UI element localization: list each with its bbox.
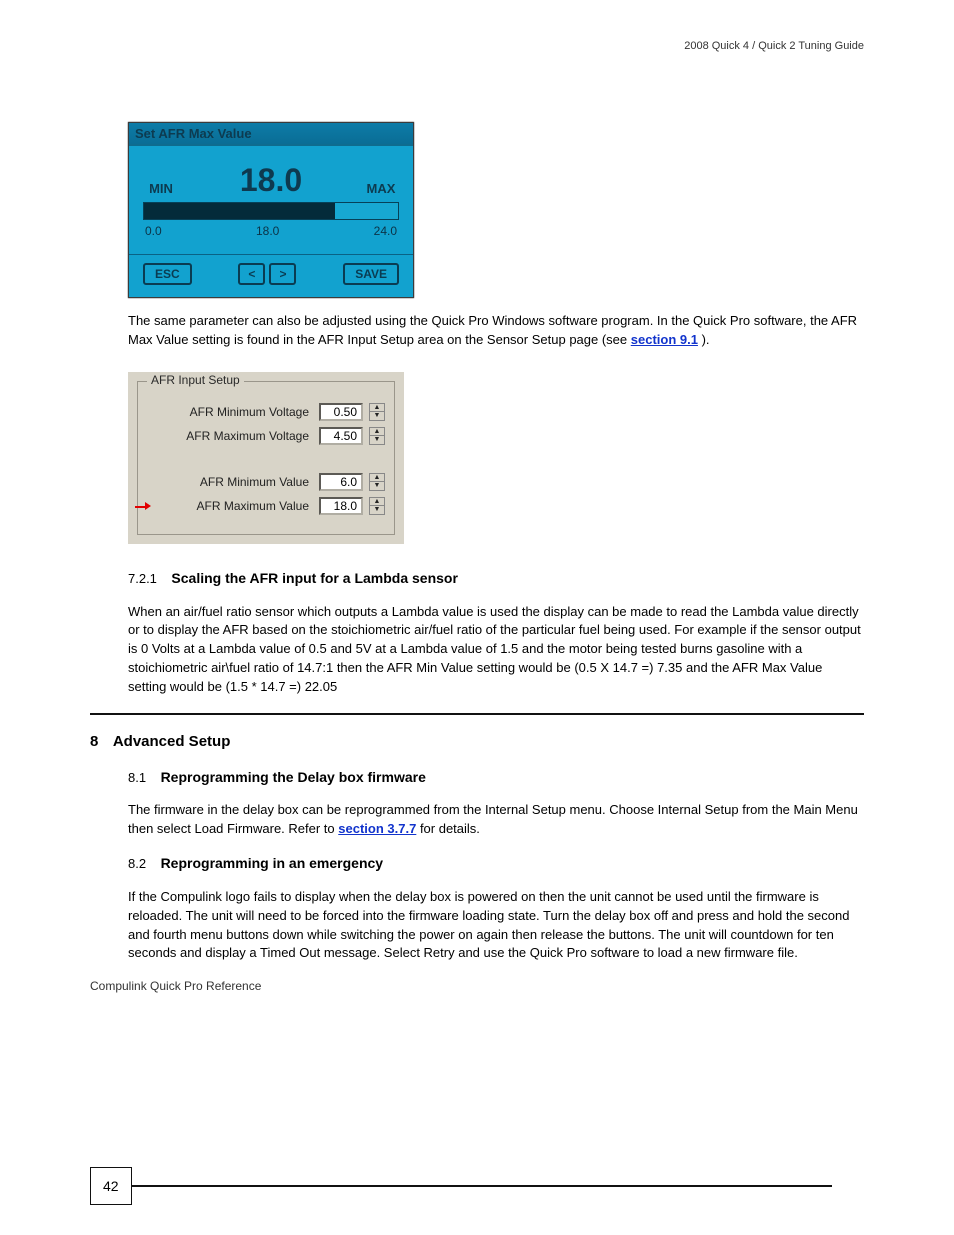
stepper-down-icon[interactable]: ▼ — [369, 411, 385, 421]
section-82-num: 8.2 — [128, 856, 146, 871]
section-81-prefix: The firmware in the delay box can be rep… — [128, 802, 858, 836]
footer-rule — [132, 1185, 832, 1187]
slider-scale: 0.0 18.0 24.0 — [143, 224, 399, 248]
slider-min-label: MIN — [143, 181, 179, 196]
afr-input-setup-panel: AFR Input Setup AFR Minimum Voltage ▲ ▼ … — [128, 372, 404, 544]
section-721-num: 7.2.1 — [128, 571, 157, 586]
afr-min-voltage-input[interactable] — [319, 403, 363, 421]
save-button[interactable]: SAVE — [343, 263, 399, 285]
sensor-panel: Set AFR Max Value MIN 18.0 MAX 0.0 18.0 … — [128, 122, 414, 298]
section-81-body: The firmware in the delay box can be rep… — [128, 801, 864, 839]
stepper-down-icon[interactable]: ▼ — [369, 505, 385, 515]
slider-value: 18.0 — [185, 164, 357, 196]
afr-max-value-stepper[interactable]: ▲ ▼ — [369, 497, 385, 515]
stepper-up-icon[interactable]: ▲ — [369, 403, 385, 412]
section-8-title: Advanced Setup — [113, 733, 231, 750]
section-721-heading: 7.2.1 Scaling the AFR input for a Lambda… — [128, 568, 864, 589]
para1-suffix: ). — [702, 332, 710, 347]
para-software-note: The same parameter can also be adjusted … — [128, 312, 864, 350]
afr-label: AFR Maximum Voltage — [143, 429, 313, 443]
page-header: 2008 Quick 4 / Quick 2 Tuning Guide — [90, 40, 864, 52]
section-81-num: 8.1 — [128, 770, 146, 785]
afr-row-max-value-highlighted: AFR Maximum Value ▲ ▼ — [143, 497, 385, 515]
hr-divider — [90, 713, 864, 715]
footer-brand-label: Compulink Quick Pro Reference — [90, 979, 261, 993]
section-8-heading: 8 Advanced Setup — [90, 731, 864, 753]
section-721-title: Scaling the AFR input for a Lambda senso… — [171, 570, 458, 586]
afr-row-max-voltage: AFR Maximum Voltage ▲ ▼ — [143, 427, 385, 445]
section-81-heading: 8.1 Reprogramming the Delay box firmware — [128, 767, 864, 788]
footer-brand: Compulink Quick Pro Reference — [90, 977, 864, 996]
slider-fill — [144, 203, 335, 219]
afr-row-min-voltage: AFR Minimum Voltage ▲ ▼ — [143, 403, 385, 421]
afr-label: AFR Minimum Value — [143, 475, 313, 489]
section-82-heading: 8.2 Reprogramming in an emergency — [128, 853, 864, 874]
stepper-down-icon[interactable]: ▼ — [369, 435, 385, 445]
afr-row-min-value: AFR Minimum Value ▲ ▼ — [143, 473, 385, 491]
header-right: 2008 Quick 4 / Quick 2 Tuning Guide — [684, 40, 864, 52]
link-section-9-1[interactable]: section 9.1 — [631, 332, 698, 347]
afr-min-value-stepper[interactable]: ▲ ▼ — [369, 473, 385, 491]
afr-max-voltage-input[interactable] — [319, 427, 363, 445]
slider-scale-min: 0.0 — [145, 224, 162, 238]
stepper-up-icon[interactable]: ▲ — [369, 497, 385, 506]
afr-min-voltage-stepper[interactable]: ▲ ▼ — [369, 403, 385, 421]
para1-prefix: The same parameter can also be adjusted … — [128, 313, 857, 347]
increment-button[interactable]: > — [269, 263, 296, 285]
slider-track[interactable] — [143, 202, 399, 220]
afr-max-voltage-stepper[interactable]: ▲ ▼ — [369, 427, 385, 445]
stepper-up-icon[interactable]: ▲ — [369, 427, 385, 436]
sensor-panel-title: Set AFR Max Value — [129, 123, 413, 146]
esc-button[interactable]: ESC — [143, 263, 192, 285]
section-82-body: If the Compulink logo fails to display w… — [128, 888, 864, 963]
stepper-up-icon[interactable]: ▲ — [369, 473, 385, 482]
page-footer: 42 — [90, 1167, 832, 1205]
link-section-3-7-7[interactable]: section 3.7.7 — [338, 821, 416, 836]
section-81-title: Reprogramming the Delay box firmware — [161, 769, 426, 785]
section-8-num: 8 — [90, 733, 98, 750]
afr-min-value-input[interactable] — [319, 473, 363, 491]
afr-label: AFR Maximum Value — [143, 499, 313, 513]
slider-max-label: MAX — [363, 181, 399, 196]
slider-scale-max: 24.0 — [374, 224, 397, 238]
afr-label: AFR Minimum Voltage — [143, 405, 313, 419]
section-721-body: When an air/fuel ratio sensor which outp… — [128, 603, 864, 697]
afr-max-value-input[interactable] — [319, 497, 363, 515]
slider-scale-mid: 18.0 — [256, 224, 279, 238]
section-81-suffix: for details. — [420, 821, 480, 836]
section-82-title: Reprogramming in an emergency — [161, 855, 384, 871]
stepper-down-icon[interactable]: ▼ — [369, 481, 385, 491]
page-number: 42 — [90, 1167, 132, 1205]
decrement-button[interactable]: < — [238, 263, 265, 285]
